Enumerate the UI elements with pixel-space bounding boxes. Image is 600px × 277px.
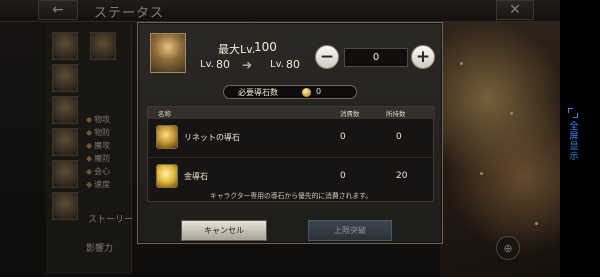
limit-break-button[interactable]: 上限突破 <box>308 220 392 241</box>
max-level-label: 最大Lv. <box>218 43 256 56</box>
table-row: リネットの導石 0 0 <box>148 120 435 158</box>
gold-stone-icon <box>156 164 178 188</box>
required-stones-label: 必要導石数 <box>238 88 278 97</box>
info-note: キャラクター専用の導石から優先的に消費されます。 <box>209 192 373 200</box>
required-stones-value: 0 <box>316 87 322 96</box>
stone-name: リネットの導石 <box>184 133 240 142</box>
target-level-label: Lv. <box>270 59 284 70</box>
current-level-value: 80 <box>216 58 230 71</box>
arrow-right-icon: ➔ <box>242 58 253 72</box>
plus-icon: + <box>415 46 431 67</box>
gold-coin-icon <box>302 88 311 97</box>
level-limit-break-dialog: 最大Lv. 100 Lv. 80 ➔ Lv. 80 − 0 + 必要導石数 0 … <box>137 22 443 244</box>
level-panel: 最大Lv. 100 Lv. 80 ➔ Lv. 80 − 0 + <box>146 31 436 75</box>
decrement-button[interactable]: − <box>315 45 339 69</box>
quantity-stepper: − 0 + <box>315 45 436 71</box>
character-avatar <box>150 33 186 73</box>
stone-owned-count: 0 <box>396 132 402 142</box>
stone-owned-count: 20 <box>396 171 408 181</box>
current-level-label: Lv. <box>200 59 214 70</box>
stone-used-count: 0 <box>340 132 346 142</box>
fullscreen-icon <box>568 108 578 118</box>
fullscreen-label: 全屏显示 <box>567 121 578 161</box>
column-header-name: 名称 <box>158 110 171 118</box>
stone-table: 名称 消費数 所持数 リネットの導石 0 0 金導石 0 20 <box>147 106 435 202</box>
table-header: 名称 消費数 所持数 <box>148 107 435 119</box>
fullscreen-button[interactable]: 全屏显示 <box>563 108 583 168</box>
stone-used-count: 0 <box>340 171 346 181</box>
max-level-value: 100 <box>254 40 277 54</box>
cancel-button[interactable]: キャンセル <box>181 220 267 241</box>
character-stone-icon <box>156 125 178 149</box>
required-stones-pill: 必要導石数 0 <box>223 85 357 99</box>
column-header-used: 消費数 <box>340 110 360 118</box>
stone-name: 金導石 <box>184 172 208 181</box>
increment-button[interactable]: + <box>411 45 435 69</box>
quantity-value: 0 <box>344 48 408 67</box>
minus-icon: − <box>319 46 335 67</box>
target-level-value: 80 <box>286 58 300 71</box>
column-header-owned: 所持数 <box>386 110 406 118</box>
